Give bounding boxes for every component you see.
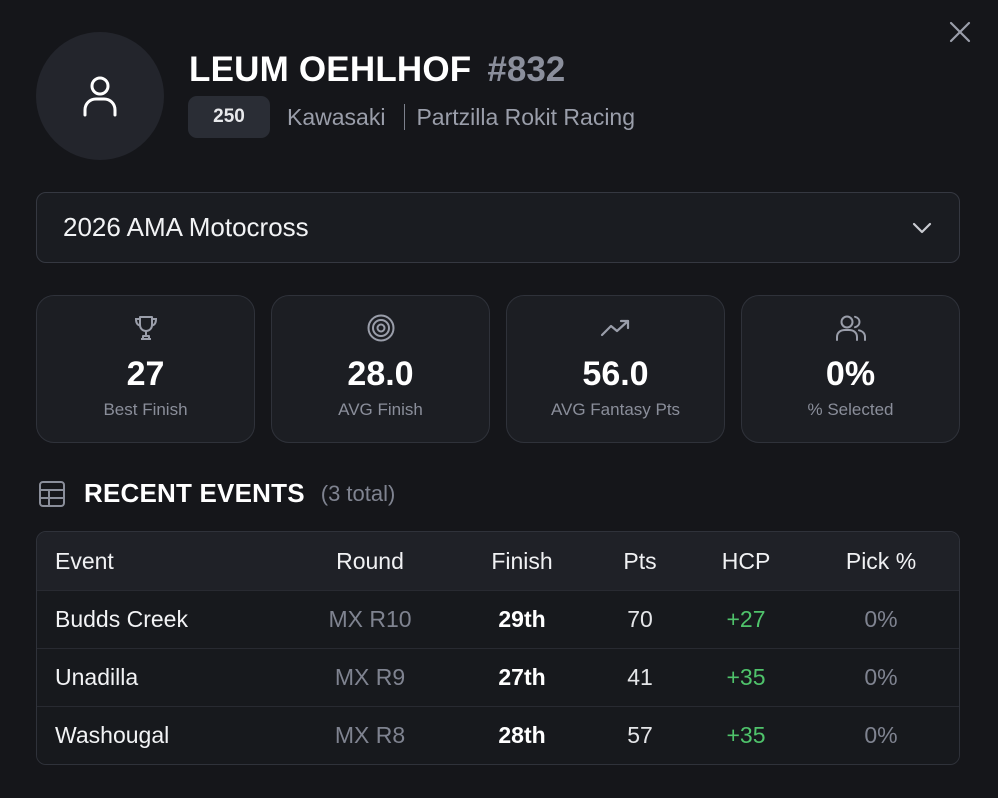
stat-card-best-finish: 27 Best Finish (36, 295, 255, 443)
table-row[interactable]: Washougal MX R8 28th 57 +35 0% (37, 706, 959, 764)
table-row[interactable]: Unadilla MX R9 27th 41 +35 0% (37, 648, 959, 706)
close-icon (949, 21, 971, 43)
team-separator (404, 104, 406, 130)
rider-meta: 250 Kawasaki Partzilla Rokit Racing (188, 96, 635, 138)
rider-name: LEUM OEHLHOF (189, 50, 472, 89)
stat-value: 56.0 (582, 355, 649, 393)
table-header-row: Event Round Finish Pts HCP Pick % (37, 532, 959, 590)
table-icon (39, 480, 65, 507)
chevron-down-icon (912, 222, 932, 233)
manufacturer: Kawasaki (287, 103, 386, 130)
stat-value: 0% (825, 355, 876, 393)
season-select-value: 2026 AMA Motocross (63, 212, 309, 242)
user-icon (83, 76, 117, 117)
team-name: Partzilla Rokit Racing (416, 103, 636, 130)
stat-card-avg-finish: 28.0 AVG Finish (271, 295, 490, 443)
events-table: Event Round Finish Pts HCP Pick % Budds … (36, 531, 960, 765)
event-name: Washougal (55, 722, 170, 748)
section-count: (3 total) (320, 480, 396, 506)
stat-card-avg-fantasy-pts: 56.0 AVG Fantasy Pts (506, 295, 725, 443)
event-name: Budds Creek (55, 606, 188, 632)
stat-card-percent-selected: 0% % Selected (741, 295, 960, 443)
rider-detail-modal: LEUM OEHLHOF #832 250 Kawasaki Partzilla… (0, 0, 998, 798)
users-icon (835, 315, 866, 341)
section-title: RECENT EVENTS (84, 478, 305, 508)
column-header-event: Event (55, 547, 114, 574)
trophy-icon (134, 316, 157, 340)
avatar (36, 32, 164, 160)
recent-events-header: RECENT EVENTS (3 total) (38, 478, 395, 509)
stat-label: AVG Finish (338, 400, 423, 419)
target-icon (367, 314, 394, 342)
stat-label: AVG Fantasy Pts (550, 400, 681, 419)
stat-label: % Selected (807, 400, 894, 419)
season-select[interactable]: 2026 AMA Motocross (36, 192, 960, 263)
trending-up-icon (600, 319, 629, 337)
close-button[interactable] (944, 16, 976, 48)
stat-value: 27 (126, 355, 165, 393)
rider-header: LEUM OEHLHOF #832 (189, 50, 565, 90)
table-row[interactable]: Budds Creek MX R10 29th 70 +27 0% (37, 590, 959, 648)
stat-label: Best Finish (103, 400, 188, 419)
class-badge: 250 (188, 96, 270, 138)
rider-number: #832 (487, 50, 566, 89)
event-name: Unadilla (55, 664, 139, 690)
stat-value: 28.0 (347, 355, 414, 393)
